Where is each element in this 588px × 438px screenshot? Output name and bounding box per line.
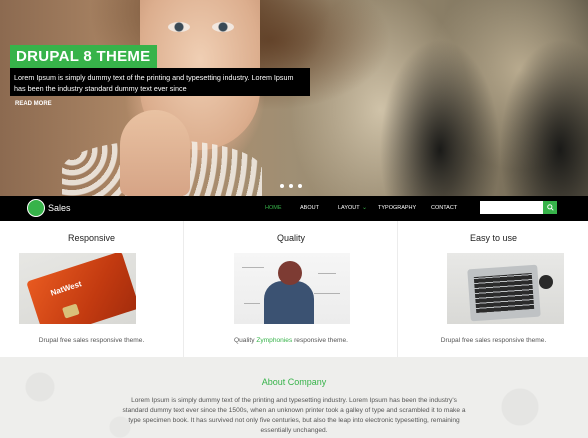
hero-eye-right — [212, 22, 234, 32]
feature-caption: Drupal free sales responsive theme. — [38, 337, 145, 344]
hero-text: Lorem Ipsum is simply dummy text of the … — [10, 68, 310, 96]
slider-dots — [280, 184, 302, 188]
card-brand: NatWest — [49, 279, 83, 298]
laptop-image — [447, 253, 564, 324]
laptop-keyboard — [473, 273, 535, 313]
chevron-down-icon: ⌄ — [362, 205, 368, 211]
about-title: About Company — [261, 377, 327, 387]
slider-dot[interactable] — [280, 184, 284, 188]
feature-title: Quality — [276, 233, 305, 243]
site-name[interactable]: Sales — [48, 203, 71, 213]
nav-item-layout[interactable]: LAYOUT — [338, 205, 360, 211]
coffee-cup — [539, 275, 553, 289]
feature-quality: Quality Quality Zymphonies responsive th… — [185, 221, 398, 357]
feature-easy-to-use: Easy to use Drupal free sales responsive… — [399, 221, 588, 357]
scribble — [318, 273, 336, 274]
scribble — [244, 303, 260, 304]
credit-card-image: NatWest — [19, 253, 136, 324]
hero-title: DRUPAL 8 THEME — [10, 45, 157, 68]
person-head — [278, 261, 302, 285]
scribble — [314, 293, 340, 294]
read-more-link[interactable]: READ MORE — [15, 101, 52, 107]
feature-caption: Drupal free sales responsive theme. — [440, 337, 547, 344]
nav-item-typography[interactable]: TYPOGRAPHY — [378, 205, 416, 211]
logo-circle-icon[interactable] — [27, 199, 45, 217]
slider-dot[interactable] — [289, 184, 293, 188]
features-section: Responsive NatWest Drupal free sales res… — [0, 221, 588, 357]
about-text: Lorem Ipsum is simply dummy text of the … — [122, 397, 466, 434]
hero-eye-left — [168, 22, 190, 32]
search-button[interactable] — [543, 201, 557, 214]
about-section: About Company Lorem Ipsum is simply dumm… — [0, 357, 588, 438]
feature-caption: Quality Zymphonies responsive theme. — [185, 337, 397, 344]
nav-item-contact[interactable]: CONTACT — [431, 205, 457, 211]
laptop — [467, 264, 541, 322]
hero-image-hand — [120, 110, 190, 196]
credit-card: NatWest — [26, 253, 136, 324]
search-icon — [546, 204, 554, 211]
search-input[interactable] — [480, 201, 543, 214]
zymphonies-link[interactable]: Zymphonies — [256, 337, 292, 344]
scribble — [242, 267, 264, 268]
whiteboard-image — [234, 253, 350, 324]
nav-item-about[interactable]: ABOUT — [300, 205, 319, 211]
caption-text: responsive theme. — [292, 337, 348, 344]
feature-title: Easy to use — [469, 233, 518, 243]
nav-item-home[interactable]: HOME — [265, 205, 282, 211]
feature-responsive: Responsive NatWest Drupal free sales res… — [0, 221, 184, 357]
feature-title: Responsive — [67, 233, 116, 243]
person-body — [264, 281, 314, 324]
card-chip — [62, 303, 80, 319]
caption-text: Quality — [234, 337, 257, 344]
slider-dot[interactable] — [298, 184, 302, 188]
hero-slider[interactable]: DRUPAL 8 THEME Lorem Ipsum is simply dum… — [0, 0, 588, 196]
